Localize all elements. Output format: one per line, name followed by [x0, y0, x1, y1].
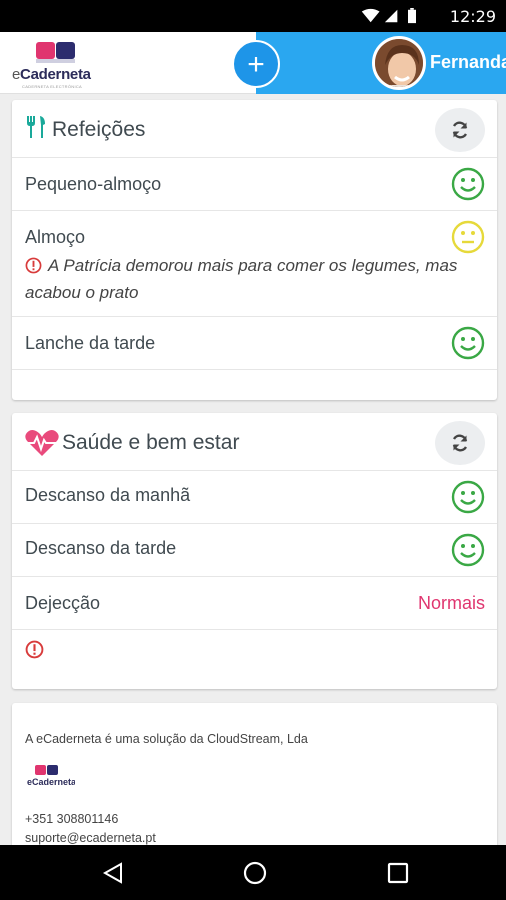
battery-icon	[408, 9, 416, 24]
happy-face-icon	[451, 326, 485, 360]
meal-note-text: A Patrícia demorou mais para comer os le…	[25, 256, 458, 302]
signal-icon	[384, 9, 398, 23]
logo-wordmark: eCaderneta	[12, 66, 91, 83]
meals-refresh-button[interactable]	[435, 108, 485, 152]
health-label: Dejecção	[25, 593, 101, 613]
heartbeat-icon	[25, 430, 59, 456]
health-label: Descanso da tarde	[25, 538, 177, 558]
meal-label: Pequeno-almoço	[25, 174, 162, 194]
add-button[interactable]: +	[232, 40, 280, 88]
health-label: Descanso da manhã	[25, 485, 191, 505]
health-title: Saúde e bem estar	[62, 431, 240, 454]
status-icons	[361, 8, 416, 24]
meal-label: Almoço	[25, 227, 86, 247]
meal-note: A Patrícia demorou mais para comer os le…	[25, 252, 475, 306]
logo-subtitle: CADERNETA ELECTRÓNICA	[22, 84, 83, 89]
list-item[interactable]: Almoço A Patrícia demorou mais para come…	[12, 211, 497, 317]
company-line: A eCaderneta é uma solução da CloudStrea…	[25, 732, 308, 746]
status-value: Normais	[417, 593, 485, 613]
svg-text:eCaderneta: eCaderneta	[27, 777, 75, 787]
clock: 12:29	[449, 7, 496, 26]
warning-icon[interactable]	[25, 640, 44, 659]
wifi-icon	[361, 8, 380, 23]
list-item[interactable]: Dejecção Normais	[12, 577, 497, 630]
list-item[interactable]: Pequeno-almoço	[12, 158, 497, 211]
user-name[interactable]: Fernanda	[430, 52, 506, 73]
happy-face-icon	[451, 167, 485, 201]
meal-label: Lanche da tarde	[25, 333, 156, 353]
list-item[interactable]: Descanso da manhã	[12, 471, 497, 524]
ecaderneta-small-logo: eCaderneta	[27, 765, 75, 787]
health-card: Saúde e bem estar Descanso da manhã Desc…	[12, 413, 497, 689]
navigation-bar	[0, 845, 506, 900]
meals-card: Refeições Pequeno-almoço Almoço A Patríc…	[12, 100, 497, 400]
health-card-header: Saúde e bem estar	[12, 413, 497, 471]
cutlery-icon	[27, 116, 45, 138]
email-link[interactable]: suporte@ecaderneta.pt	[25, 831, 156, 845]
back-icon[interactable]	[101, 861, 125, 885]
refresh-icon	[452, 434, 468, 452]
list-item[interactable]: Descanso da tarde	[12, 524, 497, 577]
refresh-icon	[452, 121, 468, 139]
meals-card-header: Refeições	[12, 100, 497, 158]
avatar[interactable]	[372, 36, 426, 90]
happy-face-icon	[451, 480, 485, 514]
home-icon[interactable]	[243, 861, 267, 885]
footer: A eCaderneta é uma solução da CloudStrea…	[12, 703, 497, 863]
phone-link[interactable]: +351 308801146	[25, 812, 118, 826]
meals-title: Refeições	[52, 118, 146, 141]
neutral-face-icon	[451, 220, 485, 254]
health-refresh-button[interactable]	[435, 421, 485, 465]
app-header: eCaderneta CADERNETA ELECTRÓNICA + Ferna…	[0, 32, 506, 94]
status-bar: 12:29	[0, 0, 506, 32]
warning-icon	[25, 257, 42, 274]
list-item[interactable]: Lanche da tarde	[12, 317, 497, 370]
happy-face-icon	[451, 533, 485, 567]
recents-icon[interactable]	[387, 862, 409, 884]
